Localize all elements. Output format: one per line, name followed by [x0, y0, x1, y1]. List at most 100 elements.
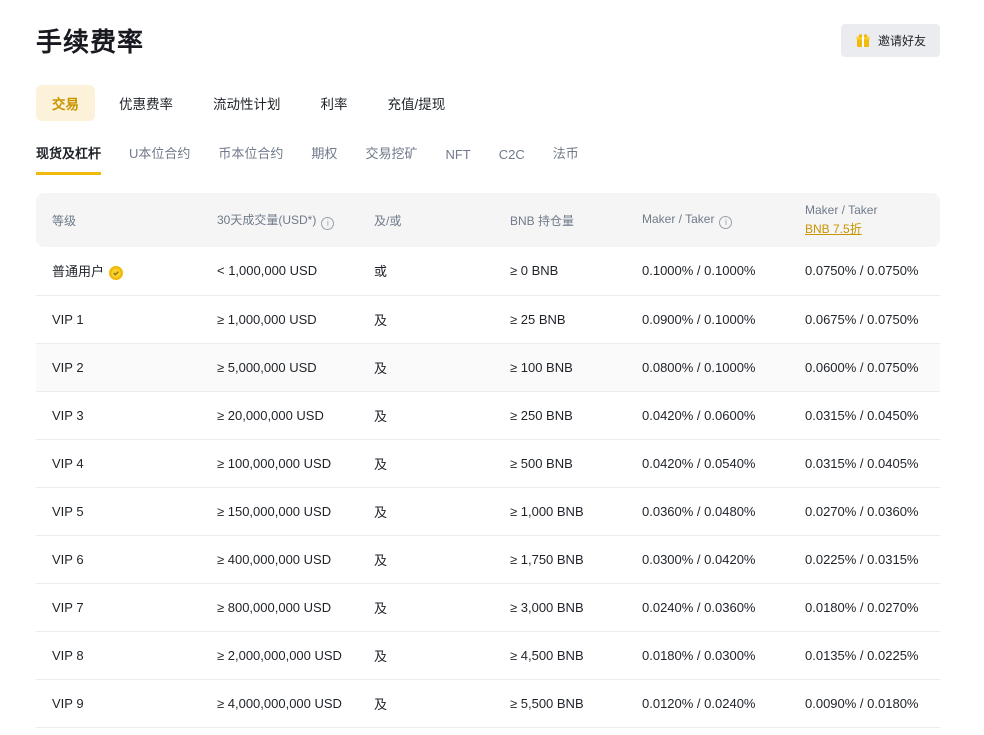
level-cell: VIP 9 — [52, 696, 84, 711]
maker-taker-bnb-cell: 0.0600% / 0.0750% — [805, 360, 918, 375]
main-tab-3[interactable]: 利率 — [305, 85, 364, 121]
main-tab-1[interactable]: 优惠费率 — [103, 85, 189, 121]
level-cell: VIP 7 — [52, 600, 84, 615]
bnb-cell: ≥ 25 BNB — [510, 312, 566, 327]
andor-cell: 及 — [374, 361, 387, 376]
header-maker-taker-bnb: Maker / Taker — [805, 203, 928, 217]
fee-rate-page: 手续费率 邀请好友 交易优惠费率流动性计划利率充值/提现 现货及杠杆 U本位合约币… — [0, 0, 984, 735]
maker-taker-bnb-cell: 0.0135% / 0.0225% — [805, 648, 918, 663]
header-bnb-balance: BNB 持仓量 — [510, 214, 574, 228]
invite-friends-label: 邀请好友 — [878, 32, 926, 49]
sub-tab-5[interactable]: NFT — [445, 141, 470, 175]
table-row: VIP 2 ≥ 5,000,000 USD 及 ≥ 100 BNB 0.0800% / … — [36, 343, 940, 391]
level-cell: VIP 5 — [52, 504, 84, 519]
maker-taker-cell: 0.0180% / 0.0300% — [642, 648, 755, 663]
table-header-row: 等级 30天成交量(USD*) i 及/或 BNB 持仓量 Maker / Tak… — [36, 193, 940, 247]
invite-friends-button[interactable]: 邀请好友 — [841, 24, 940, 57]
level-cell: VIP 8 — [52, 648, 84, 663]
header-maker-taker: Maker / Taker — [642, 212, 714, 226]
level-cell: VIP 2 — [52, 360, 84, 375]
page-header: 手续费率 邀请好友 — [36, 22, 940, 59]
sub-tab-2[interactable]: 币本位合约 — [218, 137, 283, 175]
maker-taker-cell: 0.0120% / 0.0240% — [642, 696, 755, 711]
volume-cell: ≥ 20,000,000 USD — [217, 408, 324, 423]
sub-tab-0[interactable]: 现货及杠杆 — [36, 137, 101, 175]
sub-tab-4[interactable]: 交易挖矿 — [365, 137, 417, 175]
bnb-cell: ≥ 100 BNB — [510, 360, 573, 375]
maker-taker-cell: 0.0420% / 0.0540% — [642, 456, 755, 471]
maker-taker-bnb-cell: 0.0270% / 0.0360% — [805, 504, 918, 519]
table-row: VIP 4≥ 100,000,000 USD及≥ 500 BNB0.0420% … — [36, 439, 940, 487]
info-icon[interactable]: i — [321, 217, 334, 230]
maker-taker-cell: 0.0300% / 0.0420% — [642, 552, 755, 567]
bnb-cell: ≥ 5,500 BNB — [510, 696, 584, 711]
maker-taker-bnb-cell: 0.0180% / 0.0270% — [805, 600, 918, 615]
sub-tabs: 现货及杠杆 U本位合约币本位合约期权交易挖矿 NFT C2C 法币 — [36, 137, 940, 175]
maker-taker-bnb-cell: 0.0750% / 0.0750% — [805, 263, 918, 278]
bnb-cell: ≥ 1,000 BNB — [510, 504, 584, 519]
maker-taker-bnb-cell: 0.0675% / 0.0750% — [805, 312, 918, 327]
main-tab-4[interactable]: 充值/提现 — [372, 85, 462, 121]
level-cell: 普通用户 — [52, 264, 104, 279]
level-cell: VIP 1 — [52, 312, 84, 327]
bnb-cell: ≥ 0 BNB — [510, 263, 558, 278]
main-tabs: 交易优惠费率流动性计划利率充值/提现 — [36, 85, 940, 121]
andor-cell: 及 — [374, 457, 387, 472]
bnb-cell: ≥ 250 BNB — [510, 408, 573, 423]
main-tab-2[interactable]: 流动性计划 — [197, 85, 297, 121]
bnb-cell: ≥ 4,500 BNB — [510, 648, 584, 663]
gift-icon — [855, 33, 871, 49]
header-and-or: 及/或 — [374, 214, 401, 228]
table-row: VIP 8 ≥ 2,000,000,000 USD 及 ≥ 4,500 BNB 0.01… — [36, 631, 940, 679]
bnb-cell: ≥ 1,750 BNB — [510, 552, 584, 567]
volume-cell: ≥ 5,000,000 USD — [217, 360, 317, 375]
table-row: VIP 5 ≥ 150,000,000 USD 及 ≥ 1,000 BNB 0.0360… — [36, 487, 940, 535]
volume-cell: ≥ 2,000,000,000 USD — [217, 648, 342, 663]
bnb-discount-link[interactable]: BNB 7.5折 — [805, 220, 862, 237]
volume-cell: ≥ 400,000,000 USD — [217, 552, 331, 567]
sub-tab-6[interactable]: C2C — [499, 141, 525, 175]
bnb-cell: ≥ 500 BNB — [510, 456, 573, 471]
andor-cell: 或 — [374, 264, 387, 279]
maker-taker-cell: 0.0360% / 0.0480% — [642, 504, 755, 519]
table-row: VIP 3 ≥ 20,000,000 USD 及 ≥ 250 BNB 0.0420% /… — [36, 391, 940, 439]
maker-taker-bnb-cell: 0.0225% / 0.0315% — [805, 552, 918, 567]
maker-taker-cell: 0.0900% / 0.1000% — [642, 312, 755, 327]
main-tab-0[interactable]: 交易 — [36, 85, 95, 121]
fee-table: 等级 30天成交量(USD*) i 及/或 BNB 持仓量 Maker / Tak… — [36, 193, 940, 728]
maker-taker-cell: 0.0800% / 0.1000% — [642, 360, 755, 375]
header-level: 等级 — [52, 214, 76, 228]
maker-taker-cell: 0.0420% / 0.0600% — [642, 408, 755, 423]
bnb-cell: ≥ 3,000 BNB — [510, 600, 584, 615]
andor-cell: 及 — [374, 553, 387, 568]
table-row: VIP 7≥ 800,000,000 USD及≥ 3,000 BNB0.0240… — [36, 583, 940, 631]
sub-tab-7[interactable]: 法币 — [553, 137, 579, 175]
volume-cell: ≥ 4,000,000,000 USD — [217, 696, 342, 711]
andor-cell: 及 — [374, 313, 387, 328]
maker-taker-cell: 0.1000% / 0.1000% — [642, 263, 755, 278]
maker-taker-bnb-cell: 0.0315% / 0.0450% — [805, 408, 918, 423]
maker-taker-bnb-cell: 0.0315% / 0.0405% — [805, 456, 918, 471]
andor-cell: 及 — [374, 649, 387, 664]
volume-cell: ≥ 150,000,000 USD — [217, 504, 331, 519]
volume-cell: ≥ 1,000,000 USD — [217, 312, 317, 327]
level-cell: VIP 6 — [52, 552, 84, 567]
andor-cell: 及 — [374, 601, 387, 616]
level-cell: VIP 3 — [52, 408, 84, 423]
volume-cell: < 1,000,000 USD — [217, 263, 317, 278]
level-cell: VIP 4 — [52, 456, 84, 471]
table-row: 普通用户 < 1,000,000 USD 或 ≥ 0 BNB 0.1000% / 0.1… — [36, 247, 940, 295]
page-title: 手续费率 — [36, 22, 144, 59]
table-row: VIP 6 ≥ 400,000,000 USD 及 ≥ 1,750 BNB 0.0300… — [36, 535, 940, 583]
header-volume: 30天成交量(USD*) — [217, 213, 316, 227]
info-icon[interactable]: i — [719, 216, 732, 229]
andor-cell: 及 — [374, 409, 387, 424]
andor-cell: 及 — [374, 505, 387, 520]
table-row: VIP 9 ≥ 4,000,000,000 USD 及 ≥ 5,500 BNB 0.01… — [36, 679, 940, 727]
andor-cell: 及 — [374, 697, 387, 712]
medal-icon — [108, 265, 124, 281]
maker-taker-bnb-cell: 0.0090% / 0.0180% — [805, 696, 918, 711]
sub-tab-3[interactable]: 期权 — [311, 137, 337, 175]
sub-tab-1[interactable]: U本位合约 — [129, 137, 190, 175]
volume-cell: ≥ 800,000,000 USD — [217, 600, 331, 615]
